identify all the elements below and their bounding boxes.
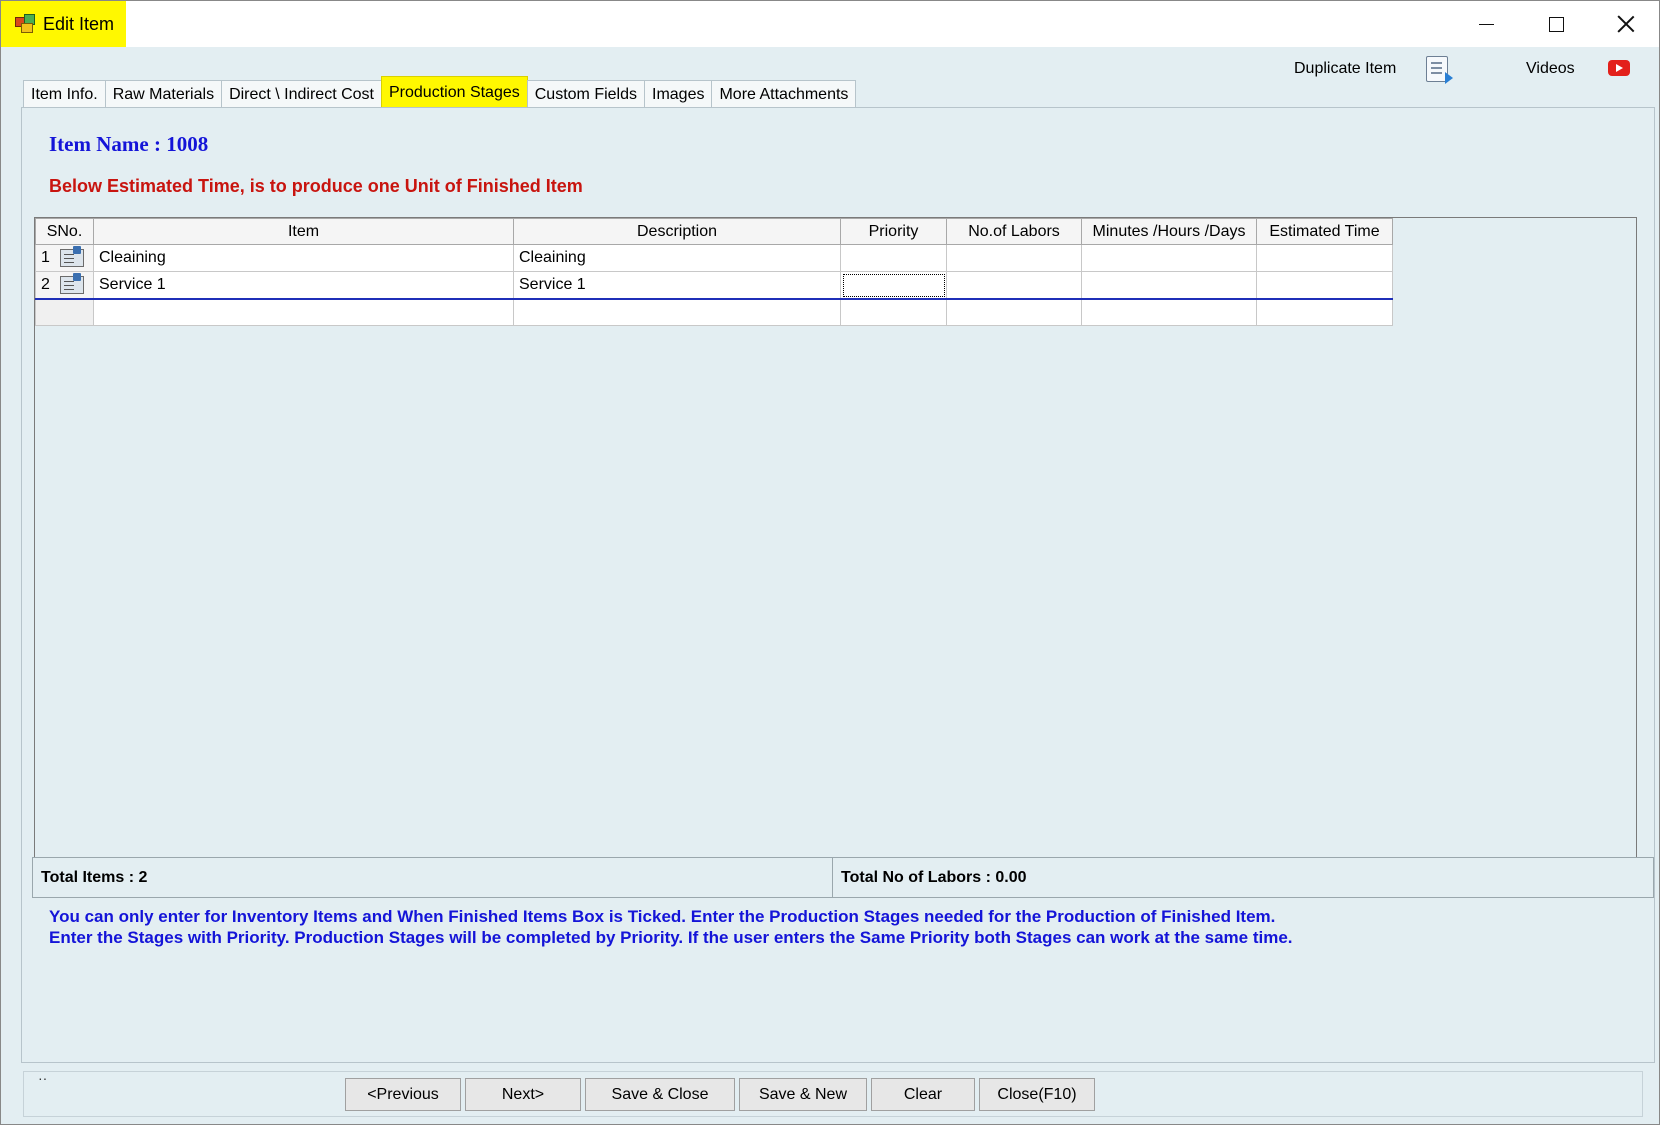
tab-production-stages[interactable]: Production Stages (381, 76, 528, 108)
minimize-icon (1478, 23, 1494, 25)
tab-direct-indirect-cost[interactable]: Direct \ Indirect Cost (221, 80, 382, 108)
maximize-button[interactable] (1521, 1, 1591, 47)
duplicate-icon[interactable] (1426, 56, 1453, 84)
total-items: Total Items : 2 (33, 858, 833, 897)
maximize-icon (1548, 16, 1564, 32)
col-header-description[interactable]: Description (513, 218, 841, 245)
close-window-button[interactable] (1591, 1, 1660, 47)
window-title: Edit Item (43, 13, 115, 34)
cell-unit[interactable] (1081, 271, 1257, 300)
row-sno-cell: 1 (35, 244, 94, 272)
col-header-sno[interactable]: SNo. (35, 218, 94, 245)
tab-images[interactable]: Images (644, 80, 713, 108)
info-text: You can only enter for Inventory Items a… (49, 906, 1293, 948)
duplicate-item-link[interactable]: Duplicate Item (1294, 57, 1396, 81)
cell-priority[interactable] (840, 244, 947, 272)
table-row[interactable]: 2 Service 1 Service 1 (35, 271, 1393, 300)
row-sno-cell: 2 (35, 271, 94, 300)
grip-dots: ·· (38, 1070, 48, 1086)
tab-strip: Item Info. Raw Materials Direct \ Indire… (23, 76, 857, 108)
title-highlight: Edit Item (1, 1, 126, 47)
app-icon (15, 14, 35, 34)
edit-item-window: Edit Item Duplicate Item Videos Item Inf… (0, 0, 1660, 1125)
item-lookup-icon[interactable] (59, 272, 84, 294)
previous-button[interactable]: <Previous (345, 1078, 461, 1111)
info-line-2: Enter the Stages with Priority. Producti… (49, 928, 1293, 947)
cell-unit[interactable] (1081, 244, 1257, 272)
clear-button[interactable]: Clear (871, 1078, 975, 1111)
minimize-button[interactable] (1451, 1, 1521, 47)
videos-link[interactable]: Videos (1526, 57, 1575, 81)
cell-description[interactable]: Cleaining (513, 244, 841, 272)
new-cell-unit[interactable] (1081, 298, 1257, 326)
col-header-item[interactable]: Item (93, 218, 514, 245)
col-header-labors[interactable]: No.of Labors (946, 218, 1082, 245)
cell-estimated-time[interactable] (1256, 271, 1393, 300)
new-cell-priority[interactable] (840, 298, 947, 326)
tab-custom-fields[interactable]: Custom Fields (526, 80, 645, 108)
next-button[interactable]: Next> (465, 1078, 581, 1111)
col-header-priority[interactable]: Priority (840, 218, 947, 245)
row-sno: 2 (41, 275, 50, 293)
new-cell-description[interactable] (513, 298, 841, 326)
stages-table: SNo. Item Description Priority No.of Lab… (35, 218, 1393, 326)
button-bar: ·· <Previous Next> Save & Close Save & N… (23, 1070, 1643, 1117)
new-row-sno-cell (35, 298, 94, 326)
table-row[interactable]: 1 Cleaining Cleaining (35, 244, 1393, 272)
item-name-heading: Item Name : 1008 (49, 132, 209, 156)
new-cell-labors[interactable] (946, 298, 1082, 326)
cell-description[interactable]: Service 1 (513, 271, 841, 300)
totals-bar: Total Items : 2 Total No of Labors : 0.0… (32, 857, 1654, 898)
new-cell-item[interactable] (93, 298, 514, 326)
production-stages-panel: Item Name : 1008 Below Estimated Time, i… (21, 107, 1655, 1063)
save-new-button[interactable]: Save & New (739, 1078, 867, 1111)
col-header-unit[interactable]: Minutes /Hours /Days (1081, 218, 1257, 245)
new-row[interactable] (35, 298, 1393, 326)
save-close-button[interactable]: Save & Close (585, 1078, 735, 1111)
production-stages-grid: SNo. Item Description Priority No.of Lab… (34, 217, 1637, 891)
cell-labors[interactable] (946, 271, 1082, 300)
cell-labors[interactable] (946, 244, 1082, 272)
col-header-estimated-time[interactable]: Estimated Time (1256, 218, 1393, 245)
item-lookup-icon[interactable] (59, 245, 84, 267)
tab-raw-materials[interactable]: Raw Materials (104, 80, 223, 108)
estimated-time-note: Below Estimated Time, is to produce one … (49, 176, 583, 196)
tab-item-info[interactable]: Item Info. (23, 80, 106, 108)
row-sno: 1 (41, 249, 50, 267)
cell-estimated-time[interactable] (1256, 244, 1393, 272)
title-bar: Edit Item (1, 1, 1659, 47)
tab-more-attachments[interactable]: More Attachments (711, 80, 857, 108)
cell-priority-focused[interactable] (840, 271, 947, 300)
close-icon (1617, 15, 1635, 33)
total-labors: Total No of Labors : 0.00 (841, 868, 1027, 886)
cell-item[interactable]: Service 1 (93, 271, 514, 300)
close-button[interactable]: Close(F10) (979, 1078, 1095, 1111)
info-line-1: You can only enter for Inventory Items a… (49, 907, 1276, 926)
youtube-icon[interactable] (1608, 60, 1630, 76)
cell-item[interactable]: Cleaining (93, 244, 514, 272)
new-cell-estimated-time[interactable] (1256, 298, 1393, 326)
